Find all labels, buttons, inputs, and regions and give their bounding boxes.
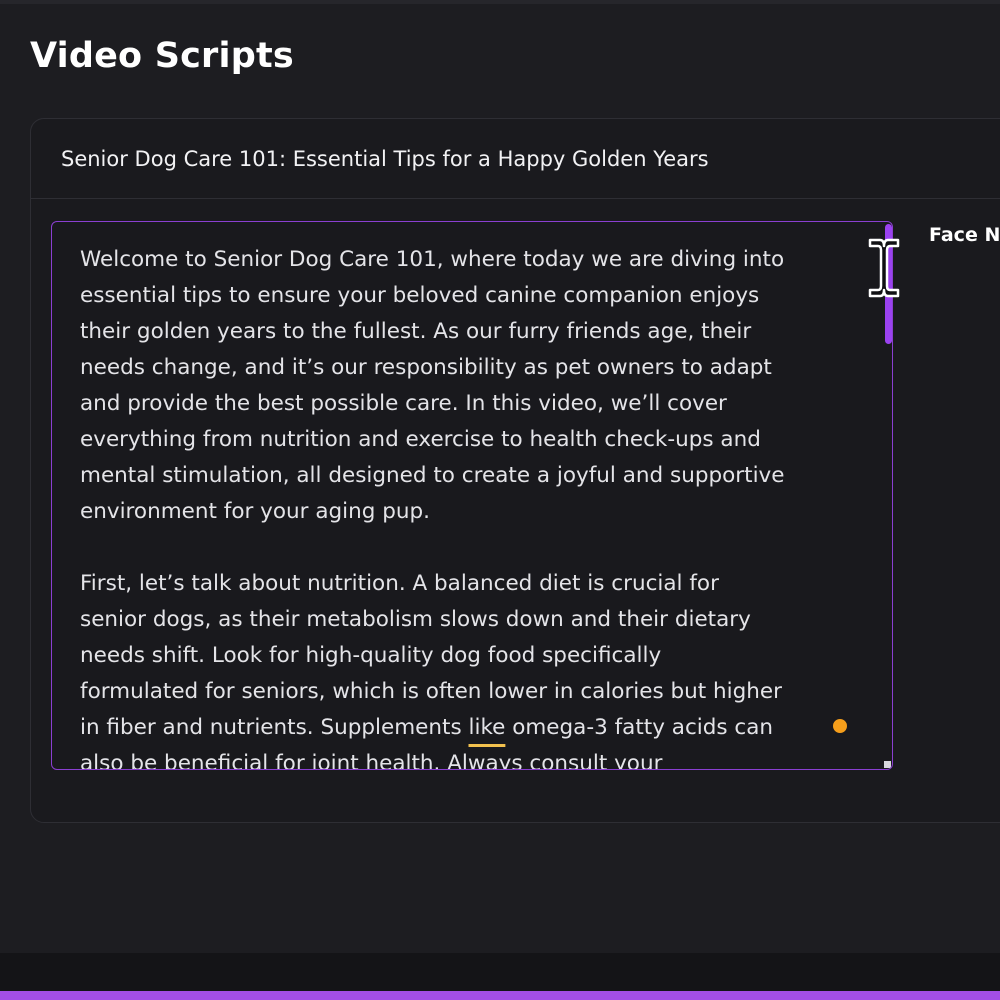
face-panel-label: Face N [929, 224, 1000, 246]
page-title: Video Scripts [30, 36, 294, 76]
script-paragraph-1: Welcome to Senior Dog Care 101, where to… [80, 247, 785, 524]
footer-accent-bar [0, 991, 1000, 1000]
script-card-header[interactable]: Senior Dog Care 101: Essential Tips for … [31, 119, 1000, 199]
spellcheck-dot-icon[interactable] [831, 717, 849, 735]
text-cursor-icon [868, 238, 900, 298]
script-title: Senior Dog Care 101: Essential Tips for … [61, 146, 709, 171]
resize-handle[interactable] [884, 761, 891, 768]
top-divider [0, 0, 1000, 4]
spellcheck-flagged-word[interactable]: like [469, 715, 506, 740]
footer-bar [0, 953, 1000, 991]
script-textarea[interactable]: Welcome to Senior Dog Care 101, where to… [51, 221, 893, 770]
video-scripts-page: Video Scripts Senior Dog Care 101: Essen… [0, 0, 1000, 1000]
script-text[interactable]: Welcome to Senior Dog Care 101, where to… [80, 242, 870, 769]
script-card: Senior Dog Care 101: Essential Tips for … [30, 118, 1000, 823]
